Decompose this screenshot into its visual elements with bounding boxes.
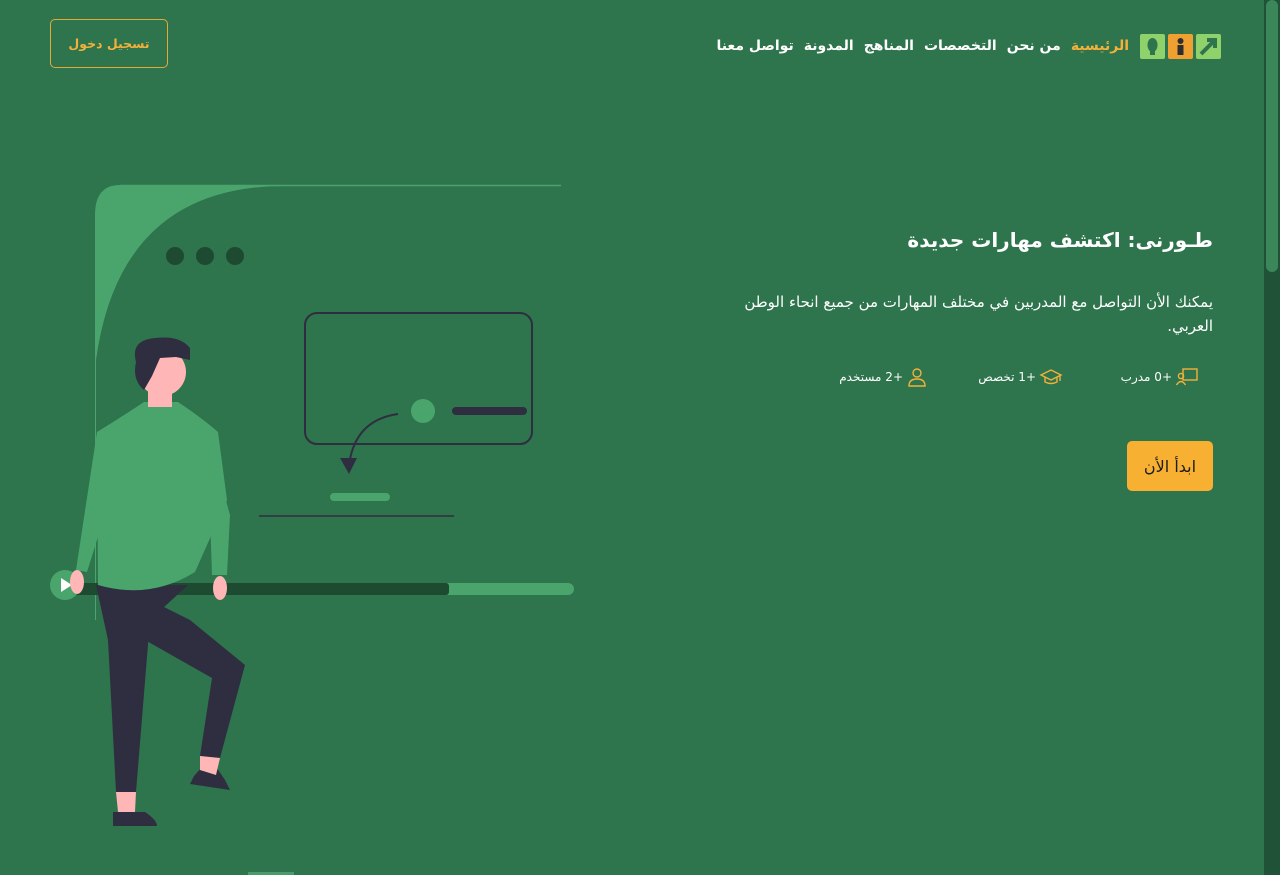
- landing-page: تسجيل دخول الرئيسية من نحن التخصصات المن…: [0, 0, 1264, 875]
- scrollbar-thumb[interactable]: [1266, 0, 1278, 272]
- nav-item-curricula[interactable]: المناهج: [864, 38, 914, 54]
- video-frame: [304, 312, 533, 445]
- stat-users: +2 مستخدم: [839, 367, 928, 387]
- stat-specialties-label: +1 تخصص: [978, 370, 1036, 384]
- graduation-cap-icon: [1039, 369, 1063, 385]
- logo-bulb-icon: [1140, 33, 1165, 59]
- start-now-button[interactable]: ابدأ الأن: [1127, 441, 1213, 491]
- user-icon: [908, 368, 926, 387]
- nav-item-home[interactable]: الرئيسية: [1071, 38, 1129, 54]
- window-dot-3: [226, 247, 244, 265]
- hero-description: يمكنك الأن التواصل مع المدربين في مختلف …: [744, 293, 1213, 335]
- stat-trainers: +0 مدرب: [1121, 367, 1199, 387]
- logo-arrow-icon: [1196, 33, 1221, 59]
- trainer-icon: [1175, 368, 1198, 386]
- stat-specialties: +1 تخصص: [978, 367, 1063, 387]
- nav-item-contact[interactable]: تواصل معنا: [716, 38, 793, 54]
- stat-users-label: +2 مستخدم: [839, 370, 903, 384]
- nav-item-specialties[interactable]: التخصصات: [924, 38, 997, 54]
- vertical-scrollbar[interactable]: [1264, 0, 1280, 875]
- main-nav: الرئيسية من نحن التخصصات المناهج المدونة…: [706, 30, 1221, 62]
- login-button[interactable]: تسجيل دخول: [50, 19, 168, 68]
- nav-list: الرئيسية من نحن التخصصات المناهج المدونة…: [706, 38, 1129, 54]
- window-dot-2: [196, 247, 214, 265]
- stats-row: +0 مدرب +1 تخصص +2 مستخدم: [819, 367, 1199, 395]
- nav-item-about[interactable]: من نحن: [1007, 38, 1061, 54]
- hero-illustration: [50, 184, 574, 826]
- stat-trainers-label: +0 مدرب: [1120, 370, 1172, 384]
- hero-title: طـورنى: اكتشف مهارات جديدة: [907, 228, 1213, 252]
- logo-person-icon: [1168, 33, 1193, 59]
- window-dot-1: [166, 247, 184, 265]
- hero-section: طـورنى: اكتشف مهارات جديدة يمكنك الأن ال…: [703, 228, 1213, 338]
- nav-item-blog[interactable]: المدونة: [804, 38, 854, 54]
- site-logo[interactable]: [1140, 33, 1221, 59]
